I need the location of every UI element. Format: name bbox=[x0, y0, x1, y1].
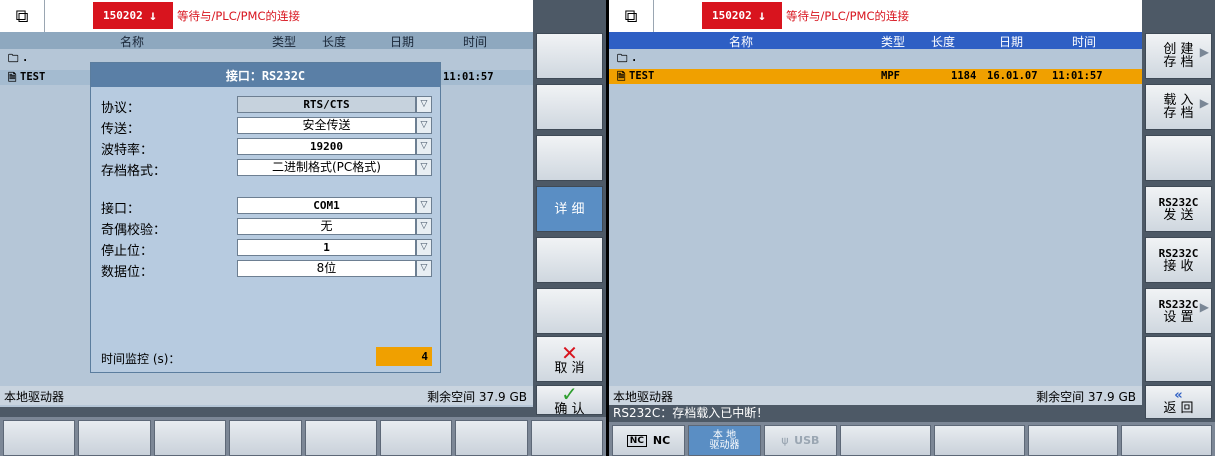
nc-drive-tab[interactable]: NC NC bbox=[612, 425, 685, 456]
file-browser: 名称 类型 长度 日期 时间 🗀. 🗎 TEST MPF 1184 16.01.0… bbox=[609, 32, 1142, 407]
alarm-code: 150202 bbox=[712, 9, 752, 22]
file-icon: 🗎 bbox=[8, 72, 17, 84]
status-footer: 本地驱动器 剩余空间 37.9 GB bbox=[609, 386, 1142, 405]
cancel-button[interactable]: ✕ 取 消 bbox=[536, 336, 603, 382]
create-archive-button[interactable]: 创 建存 档 ▶ bbox=[1145, 33, 1212, 79]
chevron-right-icon: ▶ bbox=[1199, 45, 1209, 59]
rs232-dialog: 接口：RS232C 协议： RTS/CTS ▽ 传送： 安全传送 ▽ 波特率： 19200… bbox=[90, 62, 441, 373]
status-footer: 本地驱动器 剩余空间 37.9 GB bbox=[0, 386, 533, 405]
field-parity[interactable]: 奇偶校验：无 ▽ bbox=[101, 218, 432, 238]
softkey-h2[interactable] bbox=[78, 420, 151, 456]
softkey-h5[interactable] bbox=[304, 420, 377, 456]
alarm-code: 150202 bbox=[103, 9, 143, 22]
timer-input[interactable]: 4 bbox=[376, 347, 432, 366]
rs232-send-button[interactable]: RS232C 发 送 bbox=[1145, 186, 1212, 232]
softkey-h8[interactable] bbox=[530, 420, 603, 456]
usb-drive-tab[interactable]: ⍦ USB bbox=[764, 425, 837, 456]
status-message: RS232C：存档载入已中断！ bbox=[609, 405, 1142, 422]
field-baudrate[interactable]: 波特率： 19200 ▽ bbox=[101, 138, 432, 158]
chevron-down-icon[interactable]: ▽ bbox=[416, 117, 432, 134]
detail-button[interactable]: 详 细 bbox=[536, 186, 603, 232]
arrow-down-icon: ↓ bbox=[757, 7, 767, 24]
chevron-down-icon[interactable]: ▽ bbox=[416, 159, 432, 176]
dialog-title: 接口：RS232C bbox=[91, 63, 440, 87]
drive-label: 本地驱动器 bbox=[613, 390, 674, 404]
field-interface[interactable]: 接口： COM1 ▽ bbox=[101, 197, 432, 217]
folder-icon: 🗀 bbox=[8, 53, 19, 65]
local-drive-tab[interactable]: 本 地驱动器 bbox=[688, 425, 761, 456]
free-space: 剩余空间 37.9 GB bbox=[427, 390, 527, 404]
timer-label: 时间监控 (s)： bbox=[101, 352, 181, 366]
col-type: 类型 bbox=[272, 35, 297, 49]
softkey-v3[interactable] bbox=[536, 135, 603, 181]
softkey-h6[interactable] bbox=[379, 420, 453, 456]
usb-icon: ⍦ bbox=[781, 433, 789, 447]
confirm-button[interactable]: ✓ 确 认 bbox=[536, 381, 603, 416]
softkey-v1[interactable] bbox=[536, 33, 603, 79]
alarm-message: 等待与/PLC/PMC的连接 bbox=[786, 9, 910, 23]
col-length: 长度 bbox=[322, 35, 347, 49]
window-switch-icon[interactable]: ⧉ bbox=[609, 0, 654, 32]
file-icon: 🗎 bbox=[617, 71, 626, 83]
softkey-h4[interactable] bbox=[229, 420, 302, 456]
arrow-down-icon: ↓ bbox=[148, 7, 158, 24]
field-transfer[interactable]: 传送： 安全传送 ▽ bbox=[101, 117, 432, 137]
header-bar: ⧉ 150202 ↓ 等待与/PLC/PMC的连接 bbox=[0, 0, 533, 32]
field-databits[interactable]: 数据位： 8位 ▽ bbox=[101, 260, 432, 280]
chevron-down-icon[interactable]: ▽ bbox=[416, 239, 432, 256]
chevron-down-icon[interactable]: ▽ bbox=[416, 218, 432, 235]
softkey-h3[interactable] bbox=[153, 420, 227, 456]
chevron-right-icon: ▶ bbox=[1199, 96, 1209, 110]
vertical-softkeys: 详 细 ✕ 取 消 ✓ 确 认 bbox=[533, 0, 606, 417]
chevron-down-icon[interactable]: ▽ bbox=[416, 138, 432, 155]
left-screen: ⧉ 150202 ↓ 等待与/PLC/PMC的连接 名称 类型 长度 日期 时间 … bbox=[0, 0, 606, 456]
softkey-h1[interactable] bbox=[3, 420, 76, 456]
cancel-icon: ✕ bbox=[561, 340, 578, 365]
col-date: 日期 bbox=[390, 35, 415, 49]
nav-empty-3[interactable] bbox=[1027, 425, 1119, 456]
softkey-h7[interactable] bbox=[455, 420, 528, 456]
folder-icon: 🗀 bbox=[617, 53, 628, 65]
checkmark-icon: ✓ bbox=[561, 381, 578, 406]
list-item-root[interactable]: 🗀. bbox=[609, 51, 1142, 66]
column-header: 名称 类型 长度 日期 时间 bbox=[0, 32, 533, 49]
nav-empty-2[interactable] bbox=[933, 425, 1025, 456]
chevron-down-icon[interactable]: ▽ bbox=[416, 96, 432, 113]
column-header: 名称 类型 长度 日期 时间 bbox=[609, 32, 1142, 49]
field-stopbits[interactable]: 停止位： 1 ▽ bbox=[101, 239, 432, 259]
drive-navbar: NC NC 本 地驱动器 ⍦ USB bbox=[609, 422, 1215, 456]
nc-icon: NC bbox=[626, 434, 647, 447]
back-button[interactable]: «返 回 bbox=[1145, 385, 1212, 419]
field-protocol[interactable]: 协议： RTS/CTS ▽ bbox=[101, 96, 432, 116]
horizontal-softkeys bbox=[0, 417, 606, 456]
load-archive-button[interactable]: 载 入存 档 ▶ bbox=[1145, 84, 1212, 130]
nav-empty-4[interactable] bbox=[1121, 425, 1212, 456]
chevron-right-icon: ▶ bbox=[1199, 300, 1209, 314]
softkey-v7[interactable] bbox=[1145, 336, 1212, 382]
right-screen: ⧉ 150202 ↓ 等待与/PLC/PMC的连接 名称 类型 长度 日期 时间 … bbox=[609, 0, 1215, 456]
header-bar: ⧉ 150202 ↓ 等待与/PLC/PMC的连接 bbox=[609, 0, 1142, 32]
free-space: 剩余空间 37.9 GB bbox=[1036, 390, 1136, 404]
alarm-badge[interactable]: 150202 ↓ bbox=[93, 2, 173, 29]
drive-label: 本地驱动器 bbox=[4, 390, 65, 404]
softkey-v5[interactable] bbox=[536, 237, 603, 283]
alarm-badge[interactable]: 150202 ↓ bbox=[702, 2, 782, 29]
rs232-settings-button[interactable]: RS232C 设 置 ▶ bbox=[1145, 288, 1212, 334]
field-archive-format[interactable]: 存档格式： 二进制格式(PC格式) ▽ bbox=[101, 159, 432, 179]
divider bbox=[0, 407, 533, 417]
chevron-down-icon[interactable]: ▽ bbox=[416, 197, 432, 214]
nav-empty-1[interactable] bbox=[840, 425, 931, 456]
softkey-v3[interactable] bbox=[1145, 135, 1212, 181]
alarm-message: 等待与/PLC/PMC的连接 bbox=[177, 9, 301, 23]
rs232-receive-button[interactable]: RS232C 接 收 bbox=[1145, 237, 1212, 283]
window-switch-icon[interactable]: ⧉ bbox=[0, 0, 45, 32]
vertical-softkeys: 创 建存 档 ▶ 载 入存 档 ▶ RS232C 发 送 RS232C 接 收 RS23… bbox=[1142, 0, 1215, 422]
col-time: 时间 bbox=[463, 35, 488, 49]
chevron-down-icon[interactable]: ▽ bbox=[416, 260, 432, 277]
col-name: 名称 bbox=[120, 35, 145, 49]
softkey-v2[interactable] bbox=[536, 84, 603, 130]
softkey-v6[interactable] bbox=[536, 288, 603, 334]
list-item-test[interactable]: 🗎 TEST MPF 1184 16.01.07 11:01:57 bbox=[609, 69, 1142, 84]
